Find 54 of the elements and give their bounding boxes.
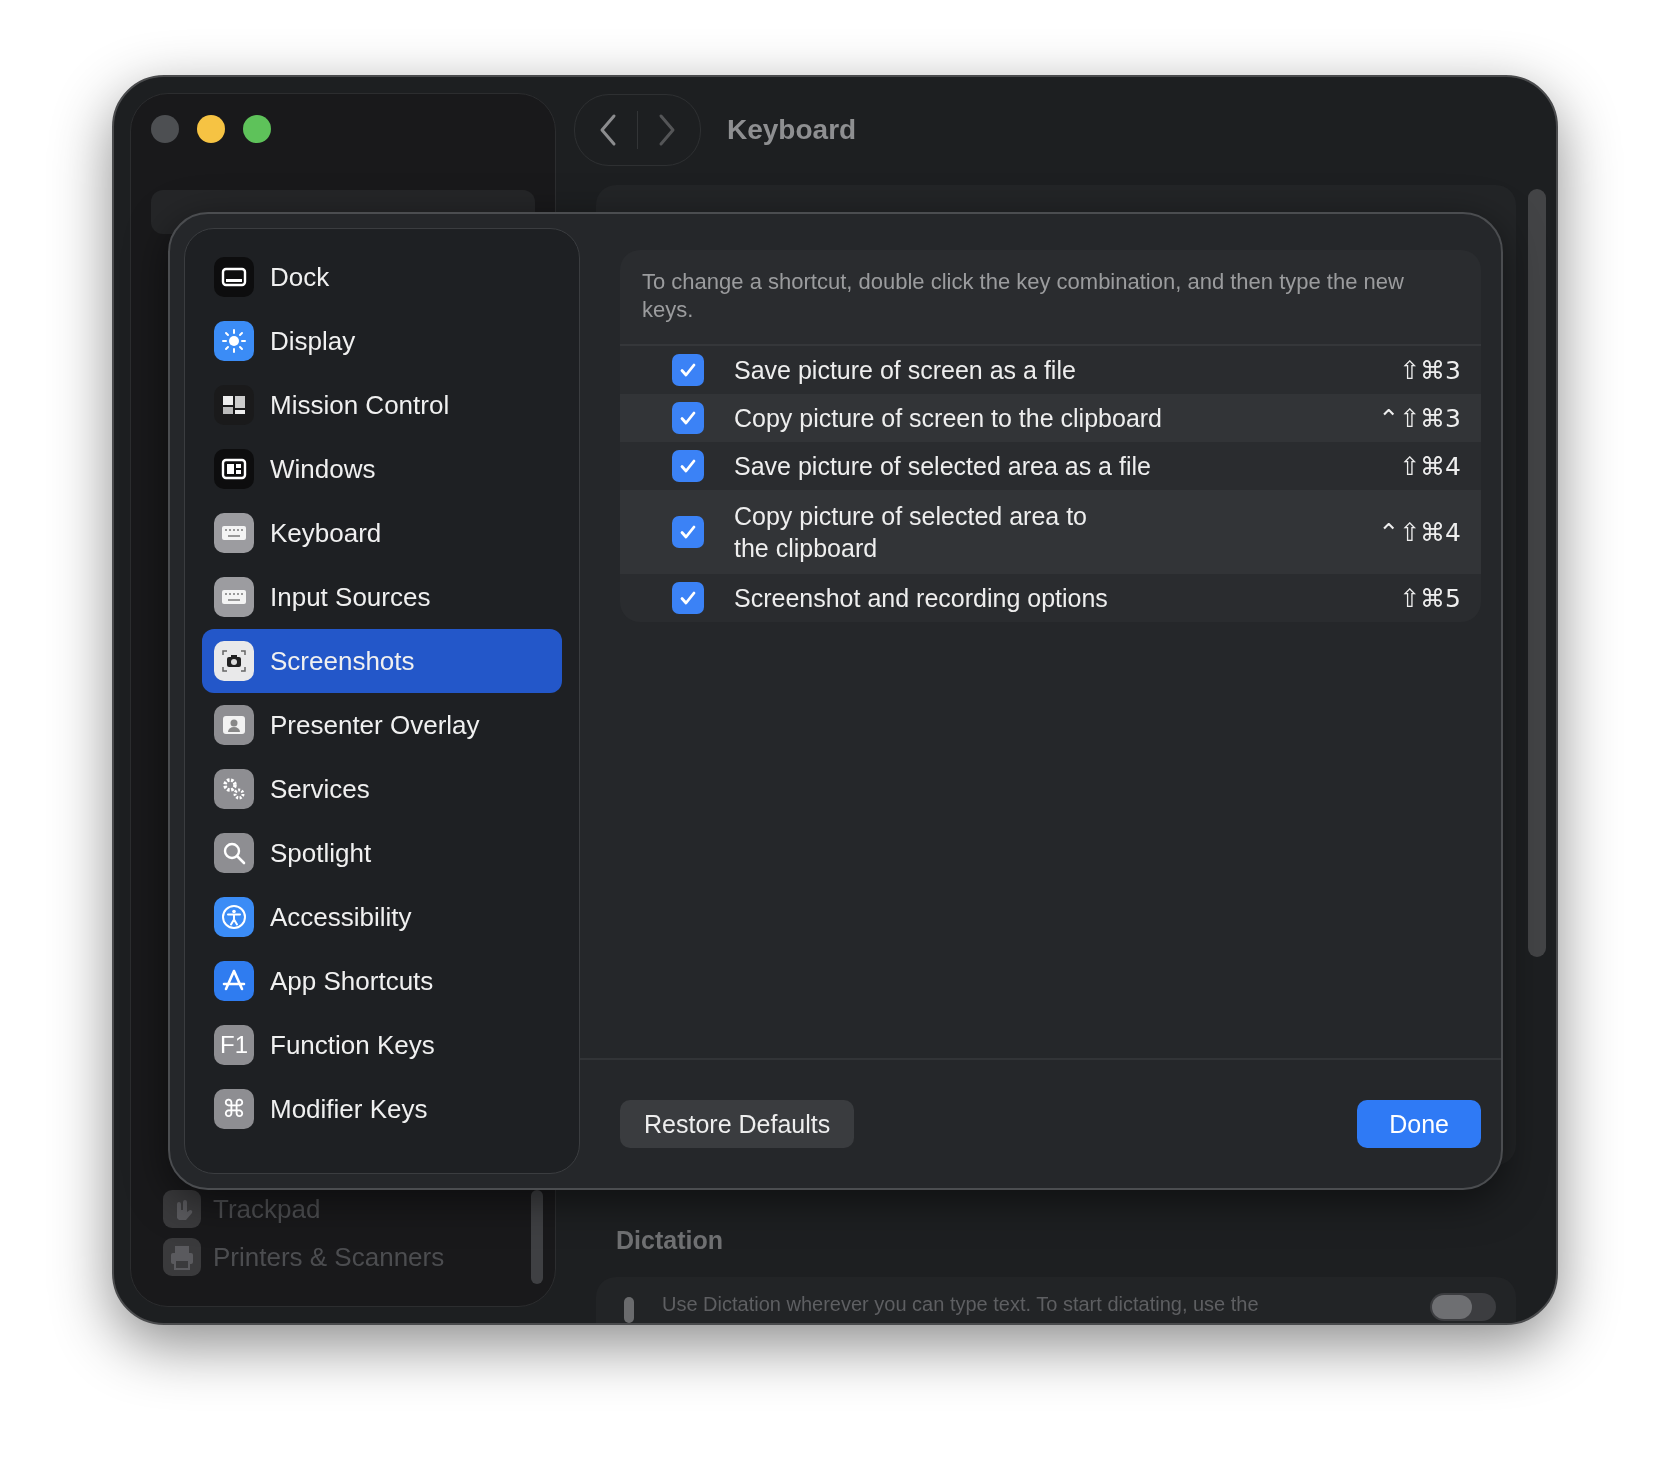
restore-defaults-button[interactable]: Restore Defaults bbox=[620, 1100, 855, 1148]
sidebar-item[interactable]: Presenter Overlay bbox=[202, 693, 562, 757]
key-combination[interactable]: ⇧⌘4 bbox=[1399, 451, 1461, 481]
sidebar-item[interactable]: Keyboard bbox=[202, 501, 562, 565]
dock-icon bbox=[214, 257, 254, 297]
sidebar-item[interactable]: F1 Function Keys bbox=[202, 1013, 562, 1077]
checkbox[interactable] bbox=[672, 450, 704, 482]
sidebar-item[interactable]: Input Sources bbox=[202, 565, 562, 629]
shortcut-label: Copy picture of selected area to the clipboard bbox=[734, 501, 1088, 564]
printer-icon bbox=[163, 1238, 201, 1276]
shortcut-label: Screenshot and recording options bbox=[734, 583, 1108, 614]
sidebar-item[interactable]: Accessibility bbox=[202, 885, 562, 949]
section-title: Dictation bbox=[616, 1225, 724, 1255]
sidebar-item[interactable]: Services bbox=[202, 757, 562, 821]
checkbox[interactable] bbox=[672, 354, 704, 386]
shortcut-label: Copy picture of screen to the clipboard bbox=[734, 403, 1162, 434]
sidebar-item[interactable]: Display bbox=[202, 309, 562, 373]
key-combination[interactable]: ⌃⇧⌘3 bbox=[1378, 403, 1461, 433]
dictation-description: Use Dictation wherever you can type text. To start dictating, use the bbox=[662, 1293, 1260, 1316]
key-icon: F1 bbox=[214, 1025, 254, 1065]
sidebar-item[interactable]: Windows bbox=[202, 437, 562, 501]
key-combination[interactable]: ⇧⌘5 bbox=[1399, 583, 1461, 613]
sidebar-item[interactable]: ⌘ Modifier Keys bbox=[202, 1077, 562, 1141]
person-icon bbox=[214, 705, 254, 745]
display-icon bbox=[214, 321, 254, 361]
checkbox[interactable] bbox=[672, 582, 704, 614]
gears-icon bbox=[214, 769, 254, 809]
appstore-icon bbox=[214, 961, 254, 1001]
accessibility-icon bbox=[214, 897, 254, 937]
camera-icon bbox=[214, 641, 254, 681]
sidebar-item[interactable]: Mission Control bbox=[202, 373, 562, 437]
key-combination[interactable]: ⇧⌘3 bbox=[1399, 355, 1461, 385]
sidebar-item[interactable]: App Shortcuts bbox=[202, 949, 562, 1013]
scroll-bar[interactable] bbox=[531, 1190, 543, 1284]
dictation-toggle[interactable] bbox=[1430, 1293, 1496, 1321]
window-title: Keyboard bbox=[727, 114, 857, 146]
keyboard-icon bbox=[214, 577, 254, 617]
checkbox[interactable] bbox=[672, 402, 704, 434]
scroll-bar[interactable] bbox=[1528, 189, 1546, 957]
sidebar-item[interactable]: Dock bbox=[202, 245, 562, 309]
key-combination[interactable]: ⌃⇧⌘4 bbox=[1378, 517, 1461, 547]
shortcut-label: Save picture of screen as a file bbox=[734, 355, 1076, 386]
checkbox[interactable] bbox=[672, 516, 704, 548]
hand-icon bbox=[163, 1190, 201, 1228]
shortcut-label: Save picture of selected area as a file bbox=[734, 451, 1151, 482]
search-icon bbox=[214, 833, 254, 873]
sidebar-item[interactable]: Screenshots bbox=[202, 629, 562, 693]
key-icon: ⌘ bbox=[214, 1089, 254, 1129]
windows-icon bbox=[214, 449, 254, 489]
done-button[interactable]: Done bbox=[1357, 1100, 1481, 1148]
keyboard-icon bbox=[214, 513, 254, 553]
mission-icon bbox=[214, 385, 254, 425]
instruction-text: To change a shortcut, double click the key combination, and then type the new keys. bbox=[620, 250, 1481, 346]
sidebar-item[interactable]: Spotlight bbox=[202, 821, 562, 885]
